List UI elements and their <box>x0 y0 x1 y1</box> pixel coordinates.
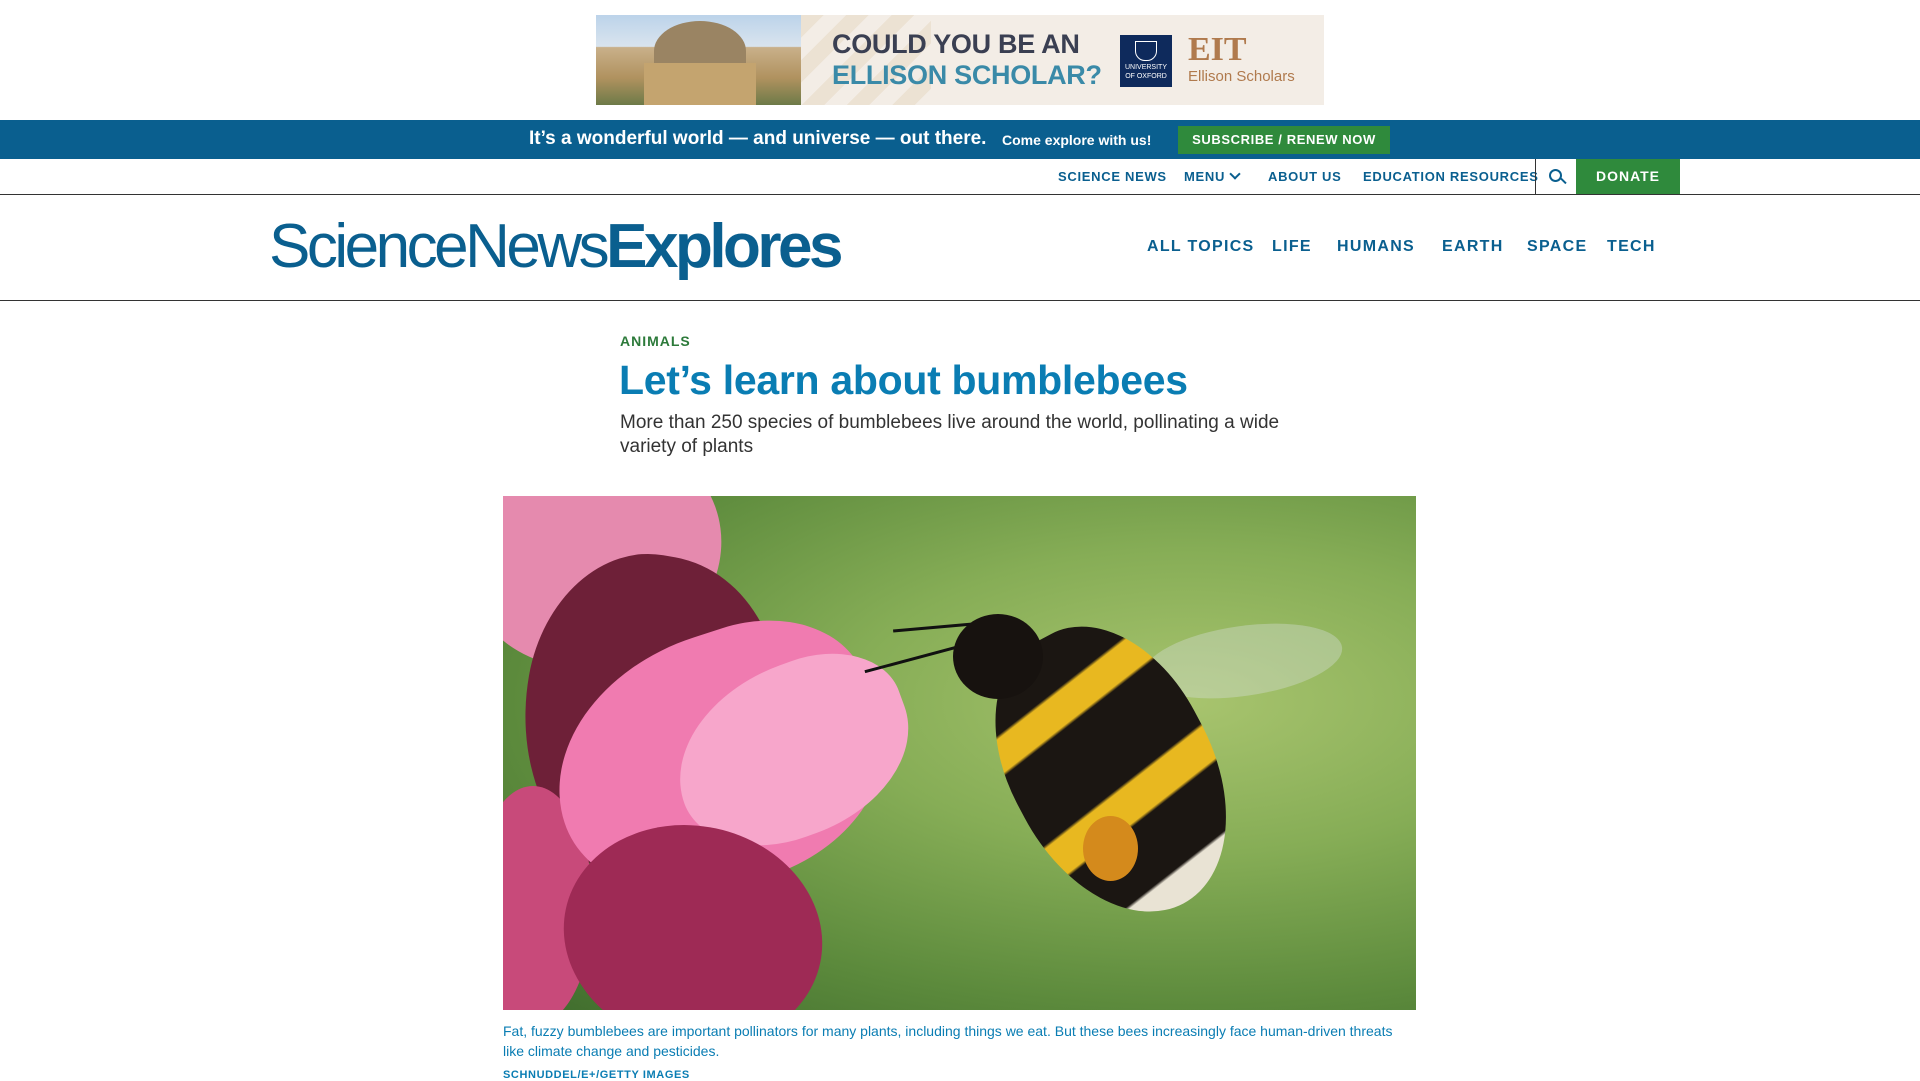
pollen-basket <box>1083 816 1138 881</box>
nav-menu[interactable]: MENU <box>1184 168 1241 184</box>
oxford-logo: UNIVERSITY OF OXFORD <box>1120 35 1172 87</box>
nav-menu-label: MENU <box>1184 169 1226 184</box>
chevron-down-icon <box>1229 168 1241 180</box>
ad-banner[interactable]: COULD YOU BE AN ELLISON SCHOLAR? UNIVERS… <box>596 15 1324 105</box>
hero-image <box>503 496 1416 1010</box>
oxford-logo-text: UNIVERSITY OF OXFORD <box>1124 64 1167 80</box>
article-dek: More than 250 species of bumblebees live… <box>620 412 1280 457</box>
ad-building-shape <box>644 63 756 105</box>
utility-nav: SCIENCE NEWS MENU ABOUT US EDUCATION RES… <box>0 159 1920 195</box>
subscribe-button[interactable]: SUBSCRIBE / RENEW NOW <box>1178 126 1390 154</box>
promo-headline: It’s a wonderful world — and universe — … <box>529 128 987 149</box>
ad-headline-line1: COULD YOU BE AN <box>832 29 1080 59</box>
donate-button[interactable]: DONATE <box>1576 159 1680 194</box>
image-caption: Fat, fuzzy bumblebees are important poll… <box>503 1023 1393 1059</box>
bumblebee-head <box>953 614 1043 699</box>
nav-education-resources[interactable]: EDUCATION RESOURCES <box>1363 169 1539 184</box>
ad-headline-line2: ELLISON SCHOLAR? <box>832 60 1102 90</box>
article-category[interactable]: ANIMALS <box>620 333 691 349</box>
nav-space[interactable]: SPACE <box>1527 238 1587 256</box>
image-credit: SCHNUDDEL/E+/GETTY IMAGES <box>503 1069 690 1081</box>
nav-science-news[interactable]: SCIENCE NEWS <box>1058 169 1167 184</box>
promo-subtext: Come explore with us! <box>1002 132 1152 148</box>
eit-logo-subtitle: Ellison Scholars <box>1188 68 1295 85</box>
logo-part-sciencenews: ScienceNews <box>269 212 610 281</box>
nav-about-us[interactable]: ABOUT US <box>1268 169 1342 184</box>
eit-logo: EIT <box>1188 31 1247 68</box>
site-header: ScienceNewsExplores ALL TOPICS LIFE HUMA… <box>0 195 1920 301</box>
nav-humans[interactable]: HUMANS <box>1337 238 1415 256</box>
search-button[interactable] <box>1535 159 1577 194</box>
search-icon-handle <box>1560 177 1567 185</box>
promo-bar: It’s a wonderful world — and universe — … <box>0 120 1920 159</box>
oxford-crest-icon <box>1135 41 1157 61</box>
site-logo[interactable]: ScienceNewsExplores <box>269 212 844 281</box>
search-icon <box>1549 169 1562 182</box>
nav-earth[interactable]: EARTH <box>1442 238 1504 256</box>
article-title: Let’s learn about bumblebees <box>619 357 1188 403</box>
nav-life[interactable]: LIFE <box>1272 238 1312 256</box>
ad-photo <box>596 15 801 105</box>
nav-tech[interactable]: TECH <box>1607 238 1656 256</box>
nav-all-topics[interactable]: ALL TOPICS <box>1147 238 1255 256</box>
logo-part-explores: Explores <box>606 212 843 281</box>
